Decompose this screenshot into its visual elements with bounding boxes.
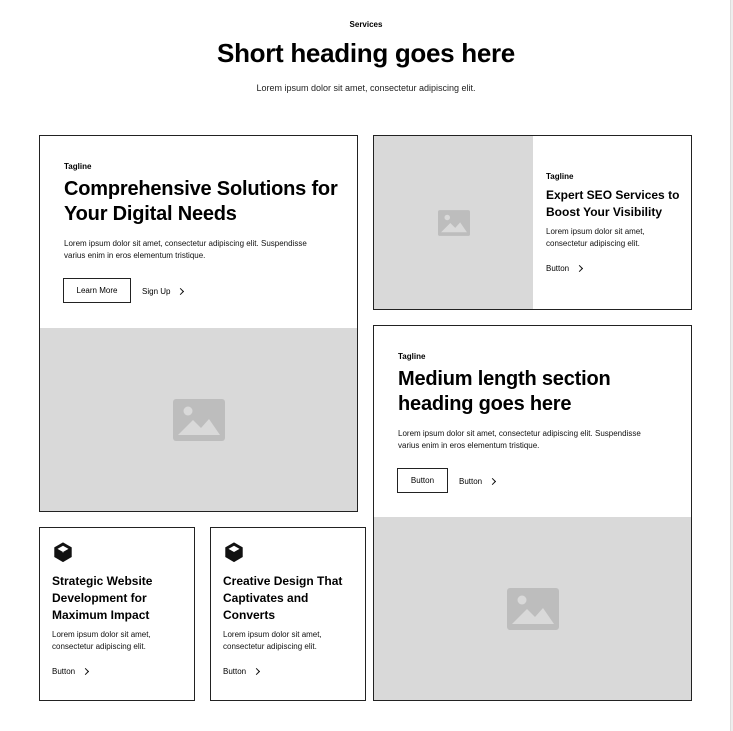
image-placeholder (40, 328, 357, 511)
button-label: Button (459, 476, 483, 486)
strategic-card-button[interactable]: Button (52, 665, 90, 677)
cube-icon (54, 542, 72, 563)
card-heading: Expert SEO Services to Boost Your Visibi… (546, 188, 680, 219)
feature-card-comprehensive: Tagline Comprehensive Solutions for Your… (39, 135, 358, 512)
card-body: Lorem ipsum dolor sit amet, consectetur … (52, 630, 151, 651)
card-tagline: Tagline (398, 352, 426, 361)
image-icon (173, 399, 225, 441)
learn-more-button[interactable]: Learn More (63, 278, 131, 303)
image-placeholder (374, 517, 691, 700)
cube-icon (225, 542, 243, 563)
card-tagline: Tagline (64, 162, 92, 171)
chevron-right-icon (489, 477, 497, 485)
button-label: Button (223, 666, 247, 676)
image-placeholder (374, 136, 533, 309)
card-body: Lorem ipsum dolor sit amet, consectetur … (223, 630, 322, 651)
secondary-button[interactable]: Button (459, 475, 497, 487)
card-heading: Medium length section heading goes here (398, 368, 611, 415)
section-eyebrow: Services (349, 20, 383, 29)
chevron-right-icon (177, 287, 185, 295)
card-body: Lorem ipsum dolor sit amet, consectetur … (64, 239, 307, 260)
chevron-right-icon (576, 264, 584, 272)
section-subheading: Lorem ipsum dolor sit amet, consectetur … (256, 83, 476, 93)
button-label: Button (52, 666, 76, 676)
card-body: Lorem ipsum dolor sit amet, consectetur … (398, 429, 641, 450)
chevron-right-icon (253, 667, 261, 675)
sign-up-label: Sign Up (142, 286, 171, 296)
feature-card-strategic: Strategic Website Development for Maximu… (39, 527, 195, 701)
sign-up-button[interactable]: Sign Up (142, 285, 185, 297)
card-heading: Creative Design That Captivates and Conv… (223, 574, 343, 622)
image-icon (507, 588, 559, 630)
image-icon (438, 210, 470, 236)
card-body: Lorem ipsum dolor sit amet, consectetur … (546, 227, 645, 248)
feature-card-creative: Creative Design That Captivates and Conv… (210, 527, 366, 701)
card-heading: Strategic Website Development for Maximu… (52, 574, 153, 622)
chevron-right-icon (82, 667, 90, 675)
feature-card-seo: Tagline Expert SEO Services to Boost You… (373, 135, 692, 310)
primary-button[interactable]: Button (397, 468, 448, 493)
feature-card-medium: Tagline Medium length section heading go… (373, 325, 692, 701)
creative-card-button[interactable]: Button (223, 665, 261, 677)
seo-card-button[interactable]: Button (546, 262, 584, 274)
section-heading: Short heading goes here (217, 38, 515, 68)
button-label: Button (546, 263, 570, 273)
card-tagline: Tagline (546, 172, 574, 181)
card-heading: Comprehensive Solutions for Your Digital… (64, 178, 338, 225)
